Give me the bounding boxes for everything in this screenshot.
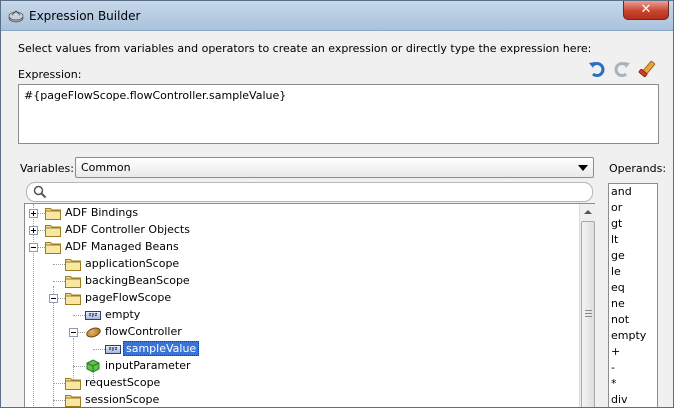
folder-icon bbox=[65, 378, 81, 390]
expression-builder-dialog: Expression Builder ✕ Select values from … bbox=[0, 0, 674, 408]
expression-label: Expression: bbox=[18, 68, 82, 81]
expression-input[interactable]: #{pageFlowScope.flowController.sampleVal… bbox=[18, 84, 659, 144]
tree-label: applicationScope bbox=[85, 257, 180, 270]
folder-icon bbox=[65, 395, 81, 407]
operand-item[interactable]: le bbox=[611, 264, 621, 280]
cube-icon bbox=[86, 359, 100, 373]
operand-item[interactable]: eq bbox=[611, 280, 625, 296]
tree-label: ADF Managed Beans bbox=[65, 240, 179, 253]
search-icon bbox=[33, 185, 47, 199]
operand-item[interactable]: ne bbox=[611, 296, 625, 312]
variables-search-input[interactable] bbox=[26, 182, 593, 202]
dialog-body: Select values from variables and operato… bbox=[2, 31, 673, 407]
collapse-icon[interactable] bbox=[69, 328, 78, 337]
operand-item[interactable]: or bbox=[611, 200, 622, 216]
operand-item[interactable]: + bbox=[611, 344, 620, 360]
window-title: Expression Builder bbox=[29, 9, 141, 23]
close-button[interactable]: ✕ bbox=[623, 1, 669, 20]
collapse-icon[interactable] bbox=[29, 243, 38, 252]
chevron-down-icon bbox=[578, 165, 588, 171]
folder-icon bbox=[65, 293, 81, 305]
expand-icon[interactable] bbox=[29, 226, 38, 235]
title-bar: Expression Builder ✕ bbox=[1, 1, 673, 31]
expand-icon[interactable] bbox=[29, 209, 38, 218]
operands-label: Operands: bbox=[609, 162, 667, 175]
xyz-icon: xyz bbox=[105, 345, 121, 354]
operand-item[interactable]: lt bbox=[611, 232, 618, 248]
folder-icon bbox=[45, 225, 61, 237]
app-icon bbox=[8, 10, 24, 23]
undo-icon[interactable] bbox=[587, 59, 607, 79]
tree-label: ADF Bindings bbox=[65, 206, 139, 219]
operand-item[interactable]: gt bbox=[611, 216, 622, 232]
redo-icon[interactable] bbox=[612, 59, 632, 79]
folder-icon bbox=[45, 242, 61, 254]
tree-label: sessionScope bbox=[85, 393, 160, 406]
folder-icon bbox=[65, 259, 81, 271]
tree-label: pageFlowScope bbox=[85, 291, 172, 304]
operand-item[interactable]: - bbox=[611, 360, 615, 376]
variables-tree: ADF Bindings ADF Controller Objects ADF … bbox=[24, 203, 595, 407]
operand-item[interactable]: div bbox=[611, 392, 628, 407]
scroll-thumb[interactable] bbox=[581, 221, 595, 407]
operands-list: and or gt lt ge le eq ne not empty + - *… bbox=[608, 183, 658, 407]
tree-label: inputParameter bbox=[105, 359, 191, 372]
tree-label: requestScope bbox=[85, 376, 161, 389]
tree-scrollbar[interactable] bbox=[579, 204, 596, 407]
variables-selected-value: Common bbox=[81, 161, 131, 174]
folder-icon bbox=[65, 276, 81, 288]
variables-select[interactable]: Common bbox=[75, 157, 594, 178]
operand-item[interactable]: ge bbox=[611, 248, 625, 264]
operand-item[interactable]: empty bbox=[611, 328, 646, 344]
bean-icon bbox=[84, 325, 103, 340]
tree-label: backingBeanScope bbox=[85, 274, 190, 287]
folder-icon bbox=[45, 208, 61, 220]
collapse-icon[interactable] bbox=[49, 294, 58, 303]
tree-label: sampleValue bbox=[123, 341, 200, 356]
xyz-icon: xyz bbox=[85, 311, 101, 320]
variables-label: Variables: bbox=[20, 162, 74, 175]
tree-label: flowController bbox=[105, 325, 182, 338]
tree-label: empty bbox=[105, 308, 141, 321]
instruction-text: Select values from variables and operato… bbox=[18, 42, 592, 55]
operand-item[interactable]: not bbox=[611, 312, 629, 328]
tree-label: ADF Controller Objects bbox=[65, 223, 190, 236]
operand-item[interactable]: and bbox=[611, 184, 632, 200]
clear-icon[interactable] bbox=[637, 59, 657, 79]
operand-item[interactable]: * bbox=[611, 376, 617, 392]
scroll-up-icon[interactable] bbox=[580, 204, 596, 220]
